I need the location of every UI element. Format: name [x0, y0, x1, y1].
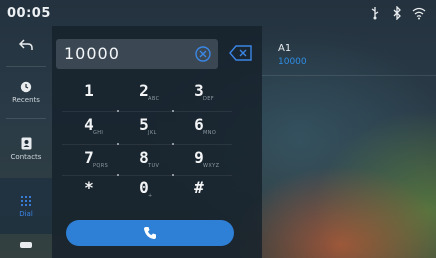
- more-icon: [20, 241, 32, 248]
- key-letters: JKL: [148, 130, 157, 136]
- sidebar-item-label: Contacts: [10, 153, 42, 161]
- contact-suggestion[interactable]: A1 10000: [262, 26, 436, 76]
- bluetooth-icon: [390, 5, 404, 21]
- wifi-icon: [412, 5, 426, 20]
- dialpad-icon: [20, 195, 32, 206]
- key-letters: TUV: [148, 163, 160, 169]
- key-letters: GHI: [93, 130, 104, 136]
- backspace-button[interactable]: [228, 42, 254, 64]
- key-digit: 4: [84, 115, 94, 134]
- sidebar-item-contacts[interactable]: Contacts: [0, 122, 52, 176]
- sidebar-item-label: Dial: [19, 209, 33, 218]
- sidebar-item-back[interactable]: [0, 26, 52, 66]
- dialer-screen: 00:05 Recents Contacts Dial 10000 1 2 AB…: [0, 0, 436, 258]
- sidebar-divider: [6, 66, 46, 67]
- key-letters: DEF: [203, 96, 215, 102]
- number-field[interactable]: 10000: [56, 39, 218, 69]
- sidebar: Recents Contacts Dial: [0, 26, 52, 258]
- clear-circle-icon: [195, 46, 211, 62]
- backspace-icon: [229, 45, 252, 61]
- key-5[interactable]: 5 JKL: [114, 113, 174, 141]
- key-digit: 7: [84, 148, 94, 167]
- keypad-row-divider: [62, 175, 232, 176]
- keypad-row-divider: [62, 144, 232, 145]
- contacts-book-icon: [21, 137, 31, 150]
- key-digit: 2: [139, 81, 149, 100]
- key-digit: 8: [139, 148, 149, 167]
- key-1[interactable]: 1: [59, 79, 119, 107]
- key-digit: #: [194, 178, 204, 197]
- key-6[interactable]: 6 MNO: [169, 113, 229, 141]
- key-digit: 0: [139, 178, 149, 197]
- key-9[interactable]: 9 WXYZ: [169, 146, 229, 174]
- key-7[interactable]: 7 PQRS: [59, 146, 119, 174]
- status-clock: 00:05: [7, 6, 51, 21]
- dialed-number: 10000: [64, 44, 120, 63]
- keypad-row-divider: [62, 111, 232, 112]
- call-button[interactable]: [66, 220, 234, 246]
- key-digit: 9: [194, 148, 204, 167]
- key-digit: 5: [139, 115, 149, 134]
- key-4[interactable]: 4 GHI: [59, 113, 119, 141]
- key-letters: MNO: [203, 130, 217, 136]
- status-icons: [368, 5, 426, 21]
- key-0[interactable]: 0 +: [114, 176, 174, 204]
- sidebar-item-dial[interactable]: Dial: [0, 178, 52, 234]
- sidebar-item-label: Recents: [12, 95, 40, 104]
- key-digit: *: [84, 178, 94, 197]
- sidebar-item-recents[interactable]: Recents: [0, 70, 52, 114]
- contact-name: A1: [278, 43, 292, 54]
- sidebar-item-more[interactable]: [0, 234, 52, 258]
- clear-field-button[interactable]: [194, 45, 212, 63]
- key-digit: 3: [194, 81, 204, 100]
- key-letters: +: [148, 193, 153, 199]
- key-letters: PQRS: [93, 163, 109, 169]
- key-digit: 6: [194, 115, 204, 134]
- key-letters: WXYZ: [203, 163, 220, 169]
- contact-number: 10000: [278, 57, 307, 67]
- key-digit: 1: [84, 81, 94, 100]
- clock-icon: [20, 81, 32, 92]
- back-arrow-icon: [19, 38, 33, 50]
- sidebar-divider: [6, 118, 46, 119]
- key-3[interactable]: 3 DEF: [169, 79, 229, 107]
- key-2[interactable]: 2 ABC: [114, 79, 174, 107]
- status-bar: 00:05: [0, 0, 436, 26]
- key-hash[interactable]: #: [169, 176, 229, 204]
- key-8[interactable]: 8 TUV: [114, 146, 174, 174]
- usb-icon: [368, 5, 382, 20]
- key-star[interactable]: *: [59, 176, 119, 204]
- key-letters: ABC: [148, 96, 160, 102]
- phone-icon: [144, 227, 156, 239]
